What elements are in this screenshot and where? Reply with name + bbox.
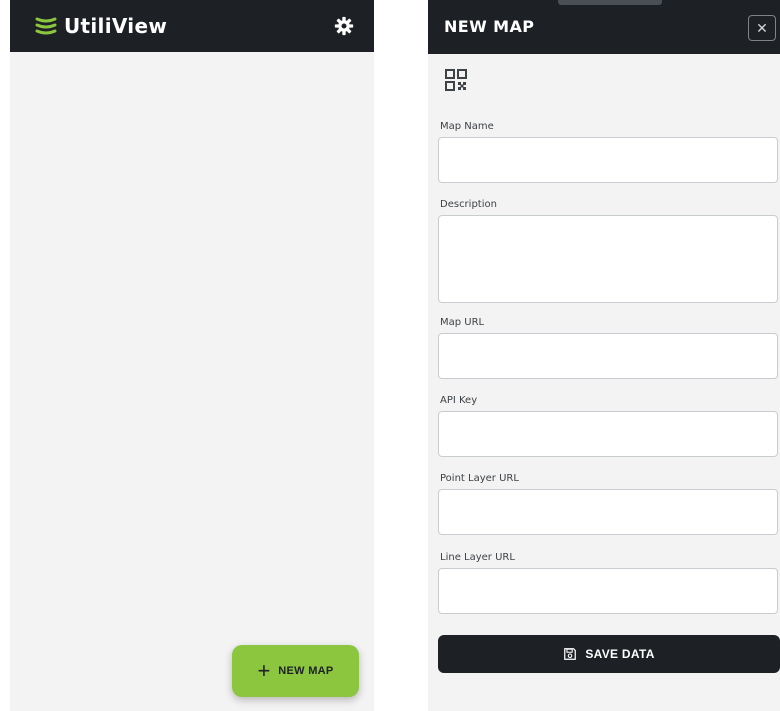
point-layer-url-input[interactable] bbox=[438, 489, 778, 535]
modal-title: NEW MAP bbox=[444, 17, 535, 36]
app-logo: UtiliView bbox=[34, 12, 167, 40]
plus-icon: + bbox=[257, 658, 271, 683]
gear-icon[interactable] bbox=[334, 16, 354, 36]
point-layer-url-label: Point Layer URL bbox=[440, 473, 519, 484]
save-data-label: SAVE DATA bbox=[585, 647, 655, 661]
new-map-label: NEW MAP bbox=[278, 665, 334, 677]
map-name-label: Map Name bbox=[440, 121, 494, 132]
map-url-input[interactable] bbox=[438, 333, 778, 379]
map-url-label: Map URL bbox=[440, 317, 485, 328]
drag-handle[interactable] bbox=[558, 0, 662, 5]
app-name: UtiliView bbox=[64, 14, 168, 38]
app-header: UtiliView bbox=[10, 0, 374, 52]
map-name-input[interactable] bbox=[438, 137, 778, 183]
save-icon bbox=[564, 648, 577, 660]
home-screen: UtiliView + NEW MAP bbox=[10, 0, 374, 711]
line-layer-url-label: Line Layer URL bbox=[440, 552, 515, 563]
new-map-button[interactable]: + NEW MAP bbox=[232, 645, 359, 697]
close-button[interactable]: ✕ bbox=[748, 15, 776, 41]
modal-header: NEW MAP ✕ bbox=[428, 0, 780, 54]
qr-code-icon[interactable] bbox=[444, 68, 468, 92]
layers-logo-icon bbox=[35, 17, 57, 35]
new-map-modal: NEW MAP ✕ Map Name Description Map URL A… bbox=[428, 0, 780, 711]
description-label: Description bbox=[440, 199, 497, 210]
api-key-label: API Key bbox=[440, 395, 478, 406]
save-data-button[interactable]: SAVE DATA bbox=[438, 635, 780, 673]
line-layer-url-input[interactable] bbox=[438, 568, 778, 614]
close-icon: ✕ bbox=[756, 19, 768, 36]
description-input[interactable] bbox=[438, 215, 778, 303]
api-key-input[interactable] bbox=[438, 411, 778, 457]
